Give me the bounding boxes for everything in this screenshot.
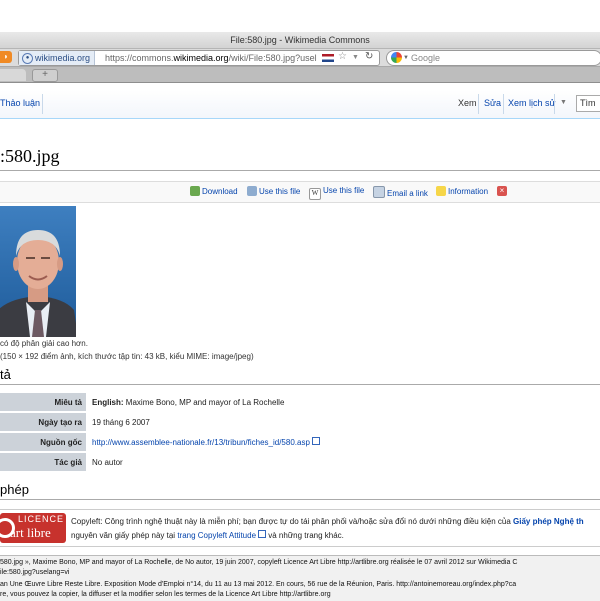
row-value: http://www.assemblee-nationale.fr/13/tri… <box>92 433 320 452</box>
title-divider <box>0 170 600 171</box>
file-toolbar: Download Use this file W Use this file Em… <box>0 181 600 203</box>
search-engine-dropdown-icon[interactable]: ▼ <box>403 51 409 65</box>
license-box: LICENCE art libre Copyleft: Công trình n… <box>0 509 600 547</box>
site-identity-button[interactable]: ● wikimedia.org <box>19 51 96 65</box>
tab-history[interactable]: Xem lịch sử <box>508 98 556 108</box>
lightbulb-icon <box>436 186 446 196</box>
wiki-search-input[interactable]: Tìm <box>576 95 600 112</box>
license-text: nguyên văn giấy phép này tại <box>71 531 178 540</box>
table-row: Miêu tả English: Maxime Bono, MP and may… <box>0 393 600 412</box>
license-heading: phép <box>0 482 29 497</box>
license-link[interactable]: Giấy phép Nghệ th <box>513 517 584 526</box>
close-icon[interactable]: × <box>497 186 507 196</box>
page-title: :580.jpg <box>0 146 60 166</box>
url-text[interactable]: https://commons.wikimedia.org/wiki/File:… <box>105 51 317 65</box>
row-value: English: Maxime Bono, MP and mayor of La… <box>92 393 284 412</box>
license-divider <box>0 499 600 500</box>
address-bar[interactable]: ● wikimedia.org https://commons.wikimedi… <box>18 50 380 66</box>
use-this-file-wiki-button[interactable]: W Use this file <box>309 186 364 200</box>
attribution-footer: 580.jpg », Maxime Bono, MP and mayor of … <box>0 555 600 601</box>
row-value: 19 tháng 6 2007 <box>92 418 150 427</box>
portrait-illustration <box>0 230 76 337</box>
download-button[interactable]: Download <box>190 186 238 196</box>
tab-strip: + <box>0 67 600 83</box>
license-text-line-1: Copyleft: Công trình nghệ thuật này là m… <box>71 517 584 526</box>
license-text: Copyleft: Công trình nghệ thuật này là m… <box>71 517 513 526</box>
table-row: Nguồn gốc http://www.assemblee-nationale… <box>0 433 600 452</box>
wiki-tabs: Thảo luận Xem Sửa Xem lịch sử ▼ Tìm <box>0 90 600 119</box>
url-prefix: https://commons. <box>105 53 174 63</box>
globe-icon: ● <box>22 53 33 64</box>
file-image[interactable] <box>0 206 76 337</box>
url-host: wikimedia.org <box>173 53 229 63</box>
license-text-line-2: nguyên văn giấy phép này tại trang Copyl… <box>71 530 344 540</box>
external-link-icon <box>311 437 320 445</box>
footer-line: re, vous pouvez la copier, la diffuser e… <box>0 591 331 598</box>
description-value: Maxime Bono, MP and mayor of La Rochelle <box>125 398 285 407</box>
row-label: Tác giả <box>0 453 86 472</box>
more-actions-icon[interactable]: ▼ <box>560 99 567 106</box>
url-path: /wiki/File:580.jpg?usel <box>228 53 317 63</box>
row-label: Nguồn gốc <box>0 433 86 452</box>
search-bar[interactable]: ▼ Google <box>386 50 600 66</box>
description-heading: tả <box>0 367 11 382</box>
tab-edit[interactable]: Sửa <box>484 98 501 108</box>
google-icon[interactable] <box>391 52 402 63</box>
use-this-file-label: Use this file <box>259 187 301 196</box>
footer-line: 580.jpg », Maxime Bono, MP and mayor of … <box>0 559 518 566</box>
source-link[interactable]: http://www.assemblee-nationale.fr/13/tri… <box>92 438 310 447</box>
row-label: Miêu tả <box>0 393 86 412</box>
download-label: Download <box>202 187 238 196</box>
table-row: Ngày tạo ra 19 tháng 6 2007 <box>0 413 600 432</box>
browser-tab[interactable] <box>0 69 26 81</box>
licence-art-libre-logo[interactable]: LICENCE art libre <box>0 513 66 543</box>
tab-divider <box>478 94 479 114</box>
rss-icon[interactable]: ◗ <box>0 51 12 63</box>
use-this-file-button[interactable]: Use this file <box>247 186 300 196</box>
logo-top-text: LICENCE <box>18 514 65 524</box>
window-title: File:580.jpg - Wikimedia Commons <box>0 32 600 49</box>
email-link-label: Email a link <box>387 189 428 198</box>
tab-talk[interactable]: Thảo luận <box>0 98 40 108</box>
bookmark-star-icon[interactable]: ☆ <box>338 50 347 64</box>
tab-view[interactable]: Xem <box>458 98 477 108</box>
copyleft-attitude-link[interactable]: trang Copyleft Attitude <box>177 531 256 540</box>
commons-icon <box>247 186 257 196</box>
reload-icon[interactable]: ↻ <box>365 50 373 64</box>
tab-divider <box>42 94 43 114</box>
license-text: và những trang khác. <box>266 531 344 540</box>
tab-divider <box>503 94 504 114</box>
image-caption-link[interactable]: có độ phân giải cao hơn. <box>0 339 88 348</box>
tab-divider <box>554 94 555 114</box>
information-table: Miêu tả English: Maxime Bono, MP and may… <box>0 393 600 475</box>
row-label: Ngày tạo ra <box>0 413 86 432</box>
footer-line: an Une Œuvre Libre Reste Libre. Expositi… <box>0 581 517 588</box>
search-placeholder: Google <box>411 53 441 63</box>
table-row: Tác giả No autor <box>0 453 600 472</box>
navigation-toolbar: ◗ ● wikimedia.org https://commons.wikime… <box>0 49 600 67</box>
wikipedia-icon: W <box>309 188 321 200</box>
logo-bottom-text: art libre <box>10 525 51 540</box>
use-this-file-wiki-label: Use this file <box>323 186 365 195</box>
description-divider <box>0 384 600 385</box>
site-identity-label: wikimedia.org <box>35 53 91 63</box>
image-details: (150 × 192 điểm ảnh, kích thước tập tin:… <box>0 352 254 361</box>
new-tab-button[interactable]: + <box>32 69 58 82</box>
footer-line: ile:580.jpg?uselang=vi <box>0 569 70 576</box>
information-button[interactable]: Information <box>436 186 488 196</box>
row-value: No autor <box>92 458 123 467</box>
external-link-icon <box>258 530 267 538</box>
download-icon <box>190 186 200 196</box>
email-link-button[interactable]: Email a link <box>373 186 428 198</box>
url-dropdown-icon[interactable]: ▼ <box>352 51 359 65</box>
information-label: Information <box>448 187 489 196</box>
flag-icon <box>322 54 334 62</box>
email-icon <box>373 186 385 198</box>
language-label: English: <box>92 398 124 407</box>
